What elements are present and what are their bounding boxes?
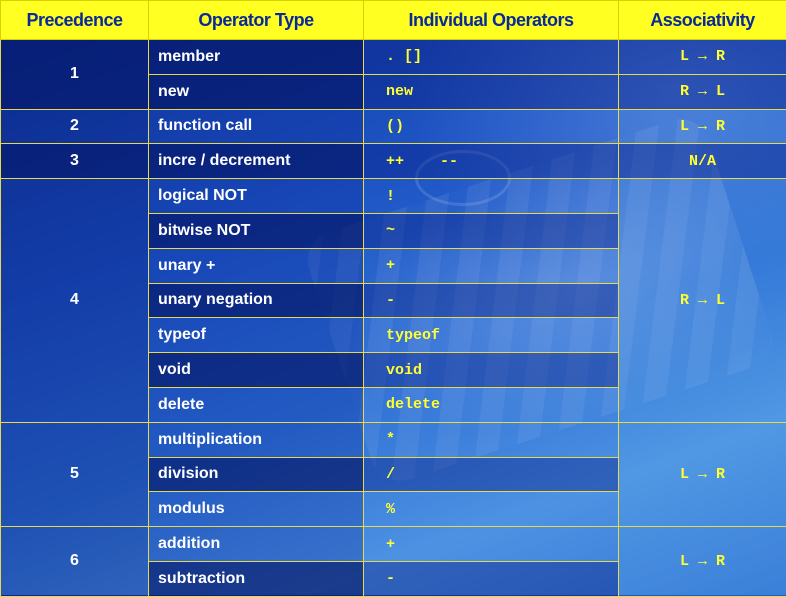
operators-cell: ~ [364, 213, 619, 248]
table-row: 2 function call () L → R [1, 109, 786, 144]
operator-precedence-table: Precedence Operator Type Individual Oper… [0, 0, 786, 597]
operator-type-cell: modulus [149, 492, 364, 527]
table-row: 4 logical NOT ! R → L [1, 179, 786, 214]
operators-cell: delete [364, 387, 619, 422]
operator-type-cell: addition [149, 527, 364, 562]
precedence-cell: 3 [1, 144, 149, 179]
table-row: 3 incre / decrement ++ -- N/A [1, 144, 786, 179]
associativity-cell: R → L [619, 179, 786, 423]
operators-cell: . [] [364, 40, 619, 75]
operators-cell: - [364, 283, 619, 318]
operators-cell: + [364, 248, 619, 283]
table-row: 5 multiplication * L → R [1, 422, 786, 457]
operators-cell: * [364, 422, 619, 457]
operator-type-cell: new [149, 74, 364, 109]
header-precedence: Precedence [1, 1, 149, 40]
operator-type-cell: subtraction [149, 561, 364, 596]
header-operator-type: Operator Type [149, 1, 364, 40]
operator-type-cell: multiplication [149, 422, 364, 457]
operators-cell: () [364, 109, 619, 144]
operators-cell: ++ -- [364, 144, 619, 179]
associativity-cell: R → L [619, 74, 786, 109]
header-associativity: Associativity [619, 1, 786, 40]
operators-cell: % [364, 492, 619, 527]
precedence-cell: 6 [1, 527, 149, 597]
operator-type-cell: unary negation [149, 283, 364, 318]
operators-cell: ! [364, 179, 619, 214]
table-header-row: Precedence Operator Type Individual Oper… [1, 1, 786, 40]
operator-type-cell: bitwise NOT [149, 213, 364, 248]
operator-type-cell: void [149, 353, 364, 388]
precedence-cell: 1 [1, 40, 149, 110]
operator-type-cell: logical NOT [149, 179, 364, 214]
operator-type-cell: incre / decrement [149, 144, 364, 179]
associativity-cell: L → R [619, 527, 786, 597]
operator-type-cell: function call [149, 109, 364, 144]
operator-type-cell: member [149, 40, 364, 75]
operator-type-cell: unary + [149, 248, 364, 283]
operators-cell: + [364, 527, 619, 562]
operator-type-cell: delete [149, 387, 364, 422]
operators-cell: - [364, 561, 619, 596]
precedence-cell: 2 [1, 109, 149, 144]
operators-cell: void [364, 353, 619, 388]
precedence-cell: 4 [1, 179, 149, 423]
associativity-cell: L → R [619, 109, 786, 144]
associativity-cell: N/A [619, 144, 786, 179]
operators-cell: typeof [364, 318, 619, 353]
associativity-cell: L → R [619, 422, 786, 526]
table-row: 6 addition + L → R [1, 527, 786, 562]
operators-cell: new [364, 74, 619, 109]
operators-cell: / [364, 457, 619, 492]
associativity-cell: L → R [619, 40, 786, 75]
table-row: 1 member . [] L → R [1, 40, 786, 75]
header-individual-operators: Individual Operators [364, 1, 619, 40]
operator-type-cell: typeof [149, 318, 364, 353]
precedence-cell: 5 [1, 422, 149, 526]
operator-type-cell: division [149, 457, 364, 492]
